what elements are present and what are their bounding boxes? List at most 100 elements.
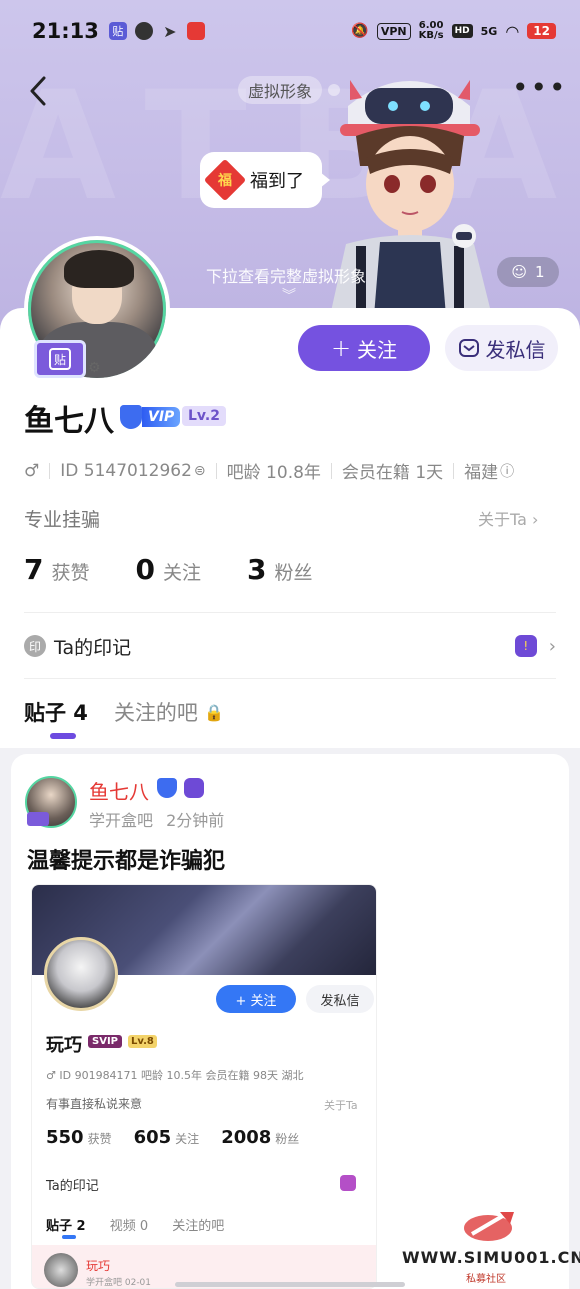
- divider: [24, 678, 556, 679]
- chevron-right-icon: ›: [532, 510, 539, 529]
- watermark-site: WWW.SIMU001.CN: [402, 1248, 580, 1267]
- image-tab-video: 视频 0: [109, 1219, 149, 1234]
- vip-crown-icon: [157, 778, 177, 798]
- network-speed: 6.00 KB/s: [419, 21, 444, 41]
- image-meta: ♂ ID 901984171 吧龄 10.5年 会员在籍 98天 湖北: [46, 1069, 304, 1082]
- profile-tabs: 贴子 4 关注的吧 🔒: [24, 697, 224, 727]
- level-badge[interactable]: Lv.2: [182, 406, 226, 426]
- image-tab-indicator: [62, 1235, 76, 1239]
- image-following-count: 605: [133, 1127, 172, 1148]
- wifi-icon: ◠: [505, 21, 520, 41]
- avatar-hair: [64, 250, 134, 288]
- about-label: 关于Ta: [478, 510, 527, 529]
- reaction-count: 1: [535, 263, 545, 281]
- post-meta: 学开盒吧 2分钟前: [89, 807, 224, 831]
- image-tab-posts: 贴子 2: [46, 1219, 86, 1234]
- watermark-logo: [464, 1212, 514, 1241]
- location: 福建: [464, 463, 499, 483]
- reaction-button[interactable]: ☺ 1: [497, 257, 559, 287]
- signal-icon: 5G: [480, 24, 498, 38]
- speed-unit: KB/s: [418, 30, 444, 41]
- battery-indicator: 12: [527, 23, 556, 39]
- likes-count: 7: [24, 553, 44, 586]
- smile-icon: ☺: [511, 263, 528, 281]
- following-count[interactable]: 0: [136, 553, 155, 586]
- divider: [330, 462, 332, 479]
- message-label: 发私信: [485, 337, 546, 362]
- image-svip-badge: SVIP: [88, 1035, 122, 1048]
- tieba-age: 吧龄 10.8年: [226, 463, 321, 483]
- membership-duration: 会员在籍 1天: [341, 463, 444, 483]
- send-message-button[interactable]: 发私信: [445, 325, 558, 371]
- mute-icon: 🔕: [351, 23, 369, 39]
- vpn-indicator: VPN: [376, 22, 411, 40]
- send-icon: ➤: [163, 21, 177, 41]
- fans-count[interactable]: 3: [247, 553, 266, 586]
- tieba-notification-icon: 贴: [108, 22, 127, 40]
- back-arrow-icon[interactable]: [26, 74, 52, 108]
- chevron-right-icon: ›: [548, 635, 556, 657]
- image-level-badge: Lv.8: [128, 1035, 157, 1048]
- post-image[interactable]: + 关注 发私信 玩巧 SVIP Lv.8 ♂ ID 901984171 吧龄 …: [31, 884, 377, 1289]
- gear-icon: ⚙: [88, 360, 101, 376]
- app-notification-icon: [186, 22, 205, 40]
- fortune-char: 福: [218, 173, 232, 189]
- fans-label[interactable]: 粉丝: [274, 558, 312, 585]
- more-options-icon[interactable]: •••: [512, 74, 568, 102]
- divider: [49, 462, 51, 479]
- status-time: 21:13: [32, 19, 99, 43]
- vip-label: VIP: [142, 407, 181, 427]
- image-following-label: 关注: [175, 1132, 200, 1146]
- image-likes-count: 550: [46, 1127, 84, 1148]
- speech-bubble[interactable]: 福 福到了: [200, 152, 330, 208]
- watermark-label: 私募社区: [466, 1274, 506, 1285]
- pull-down-hint: 下拉查看完整虚拟形象: [206, 267, 367, 286]
- tieba-member-badge[interactable]: 贴: [34, 340, 86, 378]
- post-time: 2分钟前: [166, 811, 225, 830]
- user-id[interactable]: ID 5147012962: [60, 461, 192, 481]
- gender-icon: ♂: [24, 460, 40, 481]
- envelope-icon: [458, 339, 479, 357]
- home-indicator[interactable]: [175, 1282, 405, 1287]
- image-fans-count: 2008: [221, 1127, 272, 1148]
- vip-crown-icon: [120, 405, 142, 429]
- lock-icon: 🔒: [203, 702, 224, 722]
- mark-badge-icon: [184, 778, 204, 798]
- follow-button[interactable]: + 关注: [298, 325, 430, 371]
- tab-followed-forums[interactable]: 关注的吧 🔒: [114, 697, 224, 727]
- image-username: 玩巧: [46, 1035, 82, 1056]
- image-tab-forums: 关注的吧: [172, 1219, 225, 1234]
- help-icon[interactable]: ⓘ: [500, 461, 514, 481]
- tieba-badge-char: 贴: [49, 348, 71, 370]
- image-mark-icon: [340, 1175, 356, 1191]
- post-forum[interactable]: 学开盒吧: [89, 811, 153, 830]
- about-link[interactable]: 关于Ta ›: [478, 506, 538, 530]
- user-bio: 专业挂骗: [24, 509, 101, 531]
- divider: [215, 462, 217, 479]
- post-author-name[interactable]: 鱼七八: [89, 776, 149, 805]
- active-tab-indicator: [50, 733, 76, 739]
- divider: [453, 462, 455, 479]
- copy-icon[interactable]: ⊜: [194, 463, 206, 479]
- ta-mark-label: Ta的印记: [54, 636, 132, 659]
- image-inner-avatar: [44, 1253, 78, 1287]
- hd-indicator: HD: [451, 24, 473, 38]
- cloud-icon: [134, 22, 153, 40]
- follow-label: 关注: [357, 337, 398, 362]
- vip-badge[interactable]: VIP: [120, 405, 181, 429]
- tab-followed-forums-label: 关注的吧: [113, 701, 198, 725]
- virtual-avatar-tag[interactable]: 虚拟形象: [238, 76, 323, 104]
- bubble-text: 福到了: [250, 171, 304, 192]
- plus-icon: +: [330, 334, 352, 362]
- image-tabs: 贴子 2 视频 0 关注的吧: [46, 1215, 224, 1234]
- image-inner-sub: 学开盒吧 02-01: [86, 1278, 152, 1288]
- image-follow-button: + 关注: [216, 985, 296, 1013]
- ta-mark-row[interactable]: 印 Ta的印记 ! ›: [24, 630, 556, 662]
- fortune-icon: 福: [203, 158, 247, 202]
- image-about: 关于Ta: [324, 1099, 358, 1112]
- post-title[interactable]: 温馨提示都是诈骗犯: [27, 843, 225, 875]
- likes-label: 获赞: [51, 562, 90, 584]
- image-bio: 有事直接私说来意: [46, 1097, 143, 1111]
- following-label[interactable]: 关注: [163, 558, 201, 585]
- tab-posts[interactable]: 贴子 4: [24, 697, 88, 727]
